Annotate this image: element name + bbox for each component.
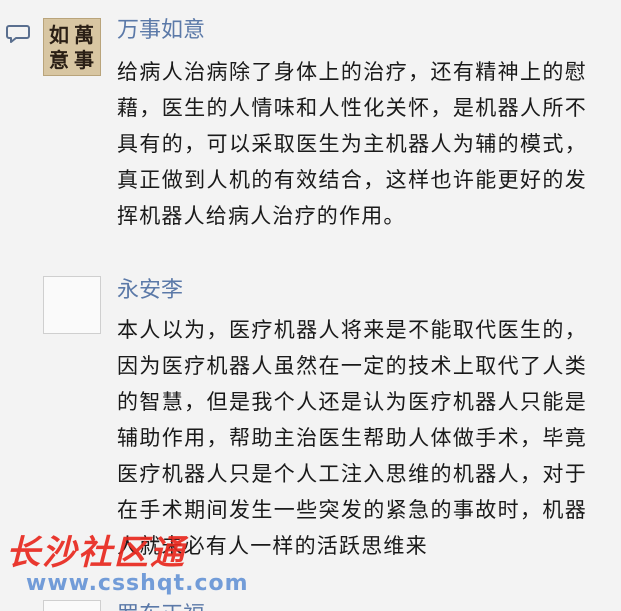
comment-text: 给病人治病除了身体上的治疗，还有精神上的慰藉，医生的人情味和人性化关怀，是机器人… (117, 60, 587, 228)
comment-bubble-icon[interactable] (6, 24, 30, 44)
avatar-calligraphy: 如 萬 意 事 (44, 19, 100, 75)
avatar-char: 事 (74, 48, 94, 72)
comment-username[interactable]: 罗东正福 (117, 602, 237, 611)
watermark-url: www.csshqt.com (26, 571, 249, 596)
comment-text: 本人以为，医疗机器人将来是不能取代医生的，因为医疗机器人虽然在一定的技术上取代了… (117, 318, 587, 558)
avatar[interactable]: 如 萬 意 事 (43, 18, 101, 76)
avatar[interactable] (43, 276, 101, 334)
avatar-char: 如 (49, 23, 69, 47)
avatar-char: 意 (49, 48, 69, 72)
comment-username[interactable]: 万事如意 (117, 17, 205, 45)
avatar-char: 萬 (74, 23, 94, 47)
comment-username-partial[interactable]: 罗东正福 (117, 602, 237, 611)
comment-username[interactable]: 永安李 (117, 277, 183, 305)
comment-thread: 如 萬 意 事 万事如意 给病人治病除了身体上的治疗，还有精神上的慰藉，医生的人… (0, 0, 621, 611)
avatar[interactable] (43, 600, 101, 611)
